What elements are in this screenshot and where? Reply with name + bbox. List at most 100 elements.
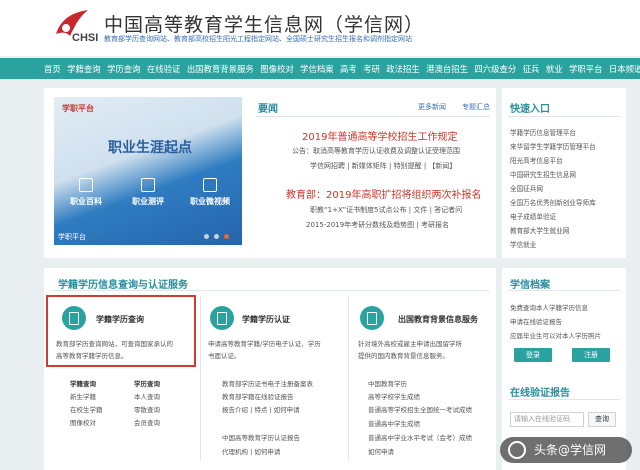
nav-item[interactable]: 考研 (363, 63, 380, 75)
certificate-icon (210, 306, 234, 330)
banner-carousel[interactable]: 学职平台 职业生涯起点 (54, 97, 242, 245)
service-2-desc: 书面认证。 (208, 352, 241, 360)
news-item[interactable]: 2015-2019年考研分数线及趋势图 | 考研报名 (306, 220, 449, 230)
watermark-text: 头条@学信网 (534, 443, 607, 457)
divider (200, 296, 201, 461)
link-xueli[interactable]: 学历查询 (134, 378, 160, 388)
link[interactable]: 在校生学籍 (70, 404, 103, 414)
link[interactable]: 新生学籍 (70, 391, 96, 401)
link[interactable]: 中国高等教育学历认证报告 (222, 432, 300, 442)
quick-link[interactable]: 电子成绩单验证 (510, 211, 556, 221)
news-item[interactable]: 公告：取消高等教育学历认证收费及调整认证受理范围 (292, 146, 460, 156)
link[interactable]: 高等学校学生成绩 (368, 391, 420, 401)
link[interactable]: 图像校对 (70, 417, 96, 427)
divider (508, 116, 620, 117)
carousel-dots[interactable] (204, 234, 229, 239)
service-1-desc: 高等教育学籍学历信息。 (56, 352, 128, 360)
link[interactable]: 教育部学历证书电子注册备案表 (222, 378, 313, 388)
nav-item[interactable]: 学历查询 (107, 63, 141, 75)
banner-card-label: 职业微视频 (190, 197, 230, 206)
link-xueji[interactable]: 学籍查询 (70, 378, 96, 388)
more-news-link[interactable]: 更多新闻 (418, 102, 446, 112)
banner-card-1[interactable]: 职业百科 (56, 172, 116, 220)
query-button[interactable]: 查询 (588, 412, 616, 427)
services-title: 学籍学历信息查询与认证服务 (58, 280, 188, 291)
news-headline-1[interactable]: 2019年普通高等学校招生工作规定 (302, 128, 457, 143)
archive-line[interactable]: 应届毕业生可以对本人学历照片 (510, 330, 601, 340)
banner-brand: 学职平台 (62, 104, 94, 113)
link[interactable]: 中国教育学历 (368, 378, 407, 388)
nav-item[interactable]: 日本频道 (609, 63, 640, 75)
service-3-desc: 针对境外高校或雇主申请出国留学所 (358, 340, 462, 348)
nav-item[interactable]: 在线验证 (147, 63, 181, 75)
login-button[interactable]: 登录 (514, 348, 552, 362)
nav-item[interactable]: 港澳台招生 (426, 63, 468, 75)
nav-item[interactable]: 首页 (44, 63, 61, 75)
divider (348, 296, 349, 461)
quick-link[interactable]: 中国研究生招生信息网 (510, 169, 576, 179)
nav-item[interactable]: 图像校对 (260, 63, 294, 75)
quick-link[interactable]: 学信就业 (510, 239, 536, 249)
quick-link[interactable]: 来华留学生学籍学历管理平台 (510, 141, 596, 151)
archive-line[interactable]: 免费查询本人学籍学历信息 (510, 302, 588, 312)
topics-link[interactable]: 专题汇总 (462, 102, 490, 112)
banner-footer-label: 学职平台 (58, 233, 86, 241)
main-nav: 首页 学籍查询 学历查询 在线验证 出国教育背景服务 图像校对 学信档案 高考 … (0, 58, 640, 79)
link[interactable]: 本人查询 (134, 391, 160, 401)
link[interactable]: 普通高等学校招生全国统一考试成绩 (368, 404, 472, 414)
news-headline-2[interactable]: 教育部：2019年高职扩招将组织两次补报名 (286, 186, 481, 201)
service-3-title[interactable]: 出国教育背景信息服务 (398, 314, 478, 325)
nav-item[interactable]: 就业 (546, 63, 563, 75)
link[interactable]: 教育部学籍在线验证报告 (222, 391, 294, 401)
banner-card-3[interactable]: 职业微视频 (180, 172, 240, 220)
nav-item[interactable]: 出国教育背景服务 (187, 63, 254, 75)
link[interactable]: 普通高中学生成绩 (368, 418, 420, 428)
service-3-desc: 提供的国内教育背景信息服务。 (358, 352, 449, 360)
nav-item[interactable]: 学籍查询 (67, 63, 101, 75)
banner-card-2[interactable]: 职业测评 (118, 172, 178, 220)
divider (256, 116, 490, 117)
divider (508, 399, 620, 400)
document-search-icon (62, 306, 86, 330)
link[interactable]: 如何申请 (368, 446, 394, 456)
nav-item[interactable]: 政法招生 (386, 63, 420, 75)
verify-title: 在线验证报告 (510, 388, 570, 399)
banner-headline: 职业生涯起点 (108, 140, 192, 156)
quick-link[interactable]: 阳光高考信息平台 (510, 155, 563, 165)
news-title: 要闻 (258, 104, 278, 115)
quick-link[interactable]: 全国万名优秀创新创业导师库 (510, 197, 596, 207)
watermark: 头条@学信网 (500, 437, 632, 463)
watermark-logo-icon (508, 441, 526, 459)
site-subtitle: 教育部学历查询网站、教育部高校招生阳光工程指定网站、全国硕士研究生招生报名和调剂… (104, 35, 412, 43)
nav-item[interactable]: 学信档案 (300, 63, 334, 75)
globe-icon (360, 306, 384, 330)
news-item[interactable]: 职教“1+X”证书制度5试点公布 | 文件 | 答记者问 (310, 205, 462, 215)
nav-item[interactable]: 四六级查分 (474, 63, 516, 75)
link[interactable]: 普通高中学业水平考试（会考）成绩 (368, 432, 472, 442)
service-1-desc: 教育部学历查询网站，可查询国家承认的 (56, 340, 173, 348)
register-button[interactable]: 注册 (572, 348, 610, 362)
news-item[interactable]: 学信网招聘 | 新媒体矩阵 | 特别提醒 | 【新闻】 (310, 161, 456, 171)
nav-item[interactable]: 征兵 (523, 63, 540, 75)
archive-title: 学信档案 (510, 280, 550, 291)
service-2-desc: 申请高等教育学籍/学历电子认证、学历 (208, 340, 321, 348)
encyclopedia-icon (79, 178, 93, 192)
service-2-title[interactable]: 学籍学历认证 (242, 314, 290, 325)
logo-text: CHSI (72, 32, 99, 44)
test-icon (141, 178, 155, 192)
banner-card-label: 职业测评 (132, 197, 164, 206)
quick-link[interactable]: 学籍学历信息管理平台 (510, 127, 576, 137)
quick-link[interactable]: 全国征兵网 (510, 183, 543, 193)
link[interactable]: 报告介绍 | 特点 | 如何申请 (222, 404, 300, 414)
service-1-title[interactable]: 学籍学历查询 (96, 314, 144, 325)
divider (52, 290, 490, 291)
quick-title: 快速入口 (510, 104, 550, 115)
verify-code-input[interactable]: 请输入在线验证码 (510, 412, 584, 427)
nav-item[interactable]: 学职平台 (569, 63, 603, 75)
link[interactable]: 代理机构 | 如何申请 (222, 446, 280, 456)
quick-link[interactable]: 教育部大学生就业网 (510, 225, 569, 235)
link[interactable]: 会员查询 (134, 417, 160, 427)
link[interactable]: 零散查询 (134, 404, 160, 414)
nav-item[interactable]: 高考 (340, 63, 357, 75)
archive-line[interactable]: 申请在线验证报告 (510, 316, 562, 326)
